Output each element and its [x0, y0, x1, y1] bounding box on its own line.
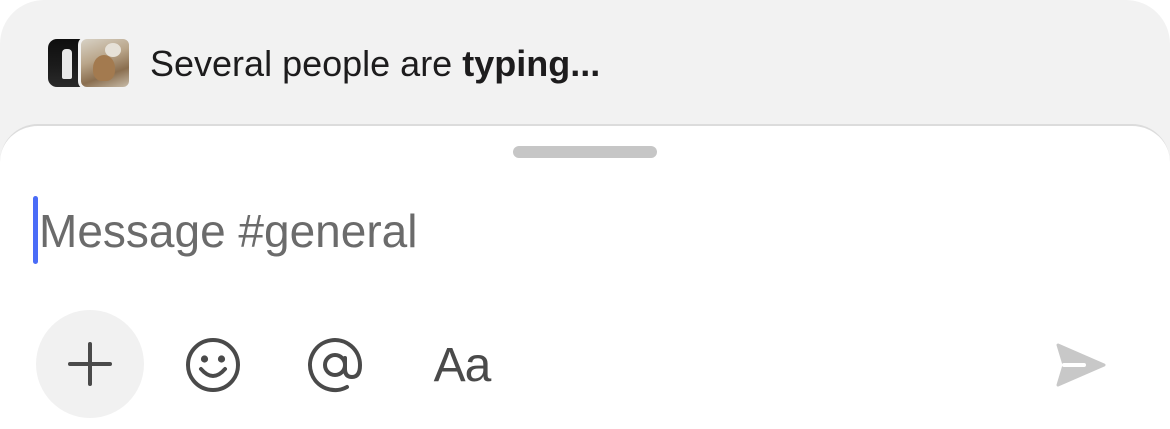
composer-toolbar: Aa	[0, 310, 1170, 420]
typing-indicator-text: Several people are typing...	[150, 42, 600, 86]
drag-handle[interactable]	[513, 146, 657, 158]
composer-sheet: Aa	[0, 124, 1170, 429]
message-input[interactable]	[32, 196, 1139, 266]
text-formatting-button[interactable]: Aa	[420, 330, 504, 400]
avatar	[78, 36, 132, 90]
emoji-button[interactable]	[178, 330, 248, 400]
emoji-icon	[186, 338, 240, 392]
add-attachment-button[interactable]	[36, 310, 144, 418]
plus-icon	[68, 342, 112, 386]
typing-text-emphasis: typing...	[462, 43, 601, 84]
message-composer-panel: Several people are typing... Message #ge…	[0, 0, 1170, 429]
send-button[interactable]	[1048, 332, 1114, 398]
mention-button[interactable]	[300, 330, 370, 400]
typing-text-prefix: Several people are	[150, 43, 463, 84]
typing-indicator: Several people are typing...	[0, 0, 1170, 126]
typing-avatars	[48, 36, 132, 90]
text-cursor	[33, 196, 38, 264]
format-label: Aa	[433, 338, 492, 392]
send-icon	[1056, 343, 1106, 387]
mention-icon	[308, 338, 363, 393]
